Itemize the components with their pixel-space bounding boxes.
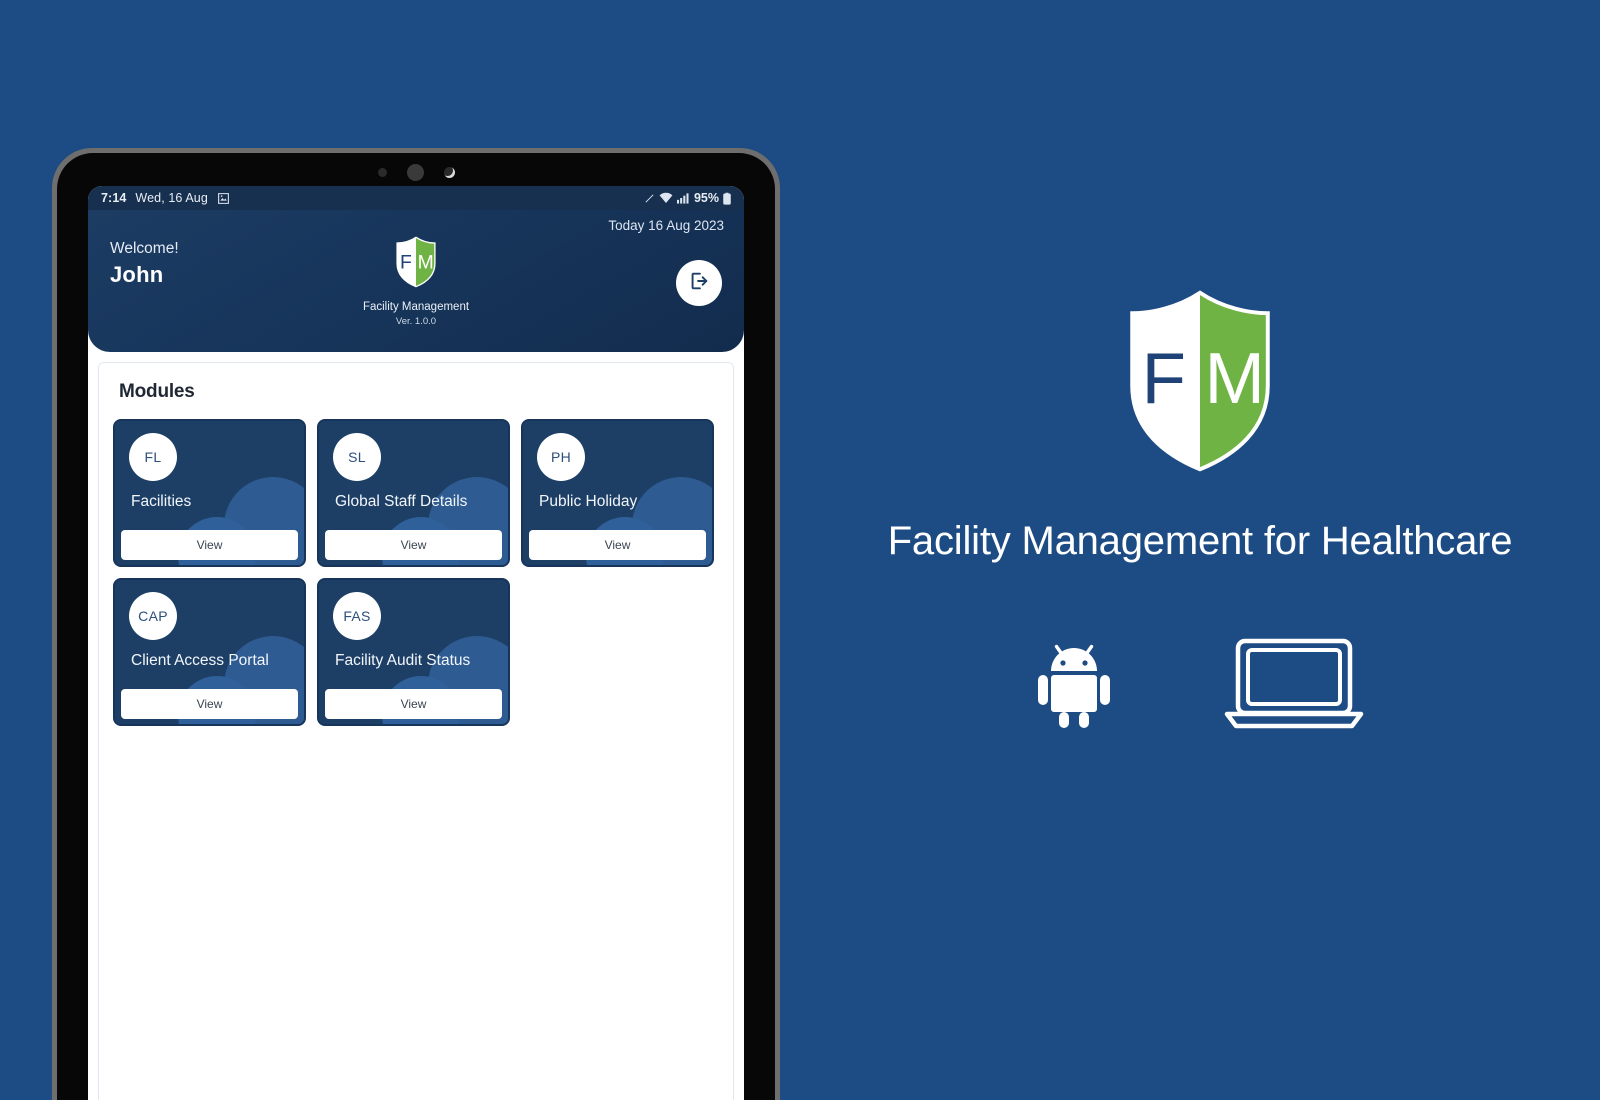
modules-panel: Modules FL Facilities View SL Global Sta… xyxy=(98,362,734,1100)
module-grid: FL Facilities View SL Global Staff Detai… xyxy=(99,403,733,726)
proximity-sensor-icon xyxy=(377,168,387,177)
wifi-icon xyxy=(659,192,673,204)
module-card-facilities[interactable]: FL Facilities View xyxy=(113,419,306,567)
svg-text:M: M xyxy=(418,252,434,274)
app-header: Today 16 Aug 2023 Welcome! John F M Faci… xyxy=(88,210,744,352)
svg-text:F: F xyxy=(1142,338,1186,419)
module-label: Facilities xyxy=(131,493,192,510)
view-button[interactable]: View xyxy=(121,530,298,560)
app-screen: 7:14 Wed, 16 Aug 95% Today 16 Aug 2023 W… xyxy=(88,186,744,1100)
status-bar-right: 95% xyxy=(644,191,731,205)
module-card-public-holiday[interactable]: PH Public Holiday View xyxy=(521,419,714,567)
signal-icon xyxy=(676,192,690,204)
module-code-badge: CAP xyxy=(129,592,177,640)
module-code-badge: FL xyxy=(129,433,177,481)
module-label: Client Access Portal xyxy=(131,652,269,669)
header-brand-name: Facility Management xyxy=(362,301,470,313)
header-today-date: Today 16 Aug 2023 xyxy=(608,218,724,233)
modules-title: Modules xyxy=(119,381,195,402)
logout-icon xyxy=(688,270,710,297)
brand-tagline: Facility Management for Healthcare xyxy=(887,519,1513,563)
status-date: Wed, 16 Aug xyxy=(135,191,208,205)
module-label: Facility Audit Status xyxy=(335,652,471,669)
android-icon xyxy=(1036,638,1112,735)
svg-text:M: M xyxy=(1204,338,1264,419)
view-button[interactable]: View xyxy=(325,689,502,719)
svg-text:F: F xyxy=(400,252,412,274)
status-bar: 7:14 Wed, 16 Aug 95% xyxy=(88,186,744,210)
laptop-icon xyxy=(1224,636,1364,737)
shield-fm-logo-icon: F M xyxy=(394,236,438,293)
view-button[interactable]: View xyxy=(325,530,502,560)
branding-panel: F M Facility Management for Healthcare xyxy=(800,0,1600,1100)
battery-percent-label: 95% xyxy=(693,191,719,205)
view-button[interactable]: View xyxy=(121,689,298,719)
front-camera-icon xyxy=(443,167,455,178)
shield-fm-logo-icon: F M xyxy=(1121,288,1279,479)
module-card-global-staff-details[interactable]: SL Global Staff Details View xyxy=(317,419,510,567)
module-label: Public Holiday xyxy=(539,493,638,510)
header-brand-version: Ver. 1.0.0 xyxy=(395,316,437,327)
status-time: 7:14 xyxy=(101,191,127,205)
module-code-badge: PH xyxy=(537,433,585,481)
status-bar-left: 7:14 Wed, 16 Aug xyxy=(101,191,230,205)
module-code-badge: SL xyxy=(333,433,381,481)
module-label: Global Staff Details xyxy=(335,493,468,510)
view-button[interactable]: View xyxy=(529,530,706,560)
module-card-client-access-portal[interactable]: CAP Client Access Portal View xyxy=(113,578,306,726)
speaker-sensor-icon xyxy=(406,164,424,181)
module-card-facility-audit-status[interactable]: FAS Facility Audit Status View xyxy=(317,578,510,726)
header-brand-block: F M Facility Management Ver. 1.0.0 xyxy=(88,236,744,327)
logout-button[interactable] xyxy=(676,260,722,306)
pencil-icon xyxy=(644,193,655,204)
platform-icon-row xyxy=(1036,636,1364,737)
photo-icon xyxy=(217,192,230,205)
tablet-device-mockup: 7:14 Wed, 16 Aug 95% Today 16 Aug 2023 W… xyxy=(52,148,780,1100)
tablet-sensor-cluster xyxy=(52,164,780,181)
module-code-badge: FAS xyxy=(333,592,381,640)
battery-icon xyxy=(723,192,731,205)
